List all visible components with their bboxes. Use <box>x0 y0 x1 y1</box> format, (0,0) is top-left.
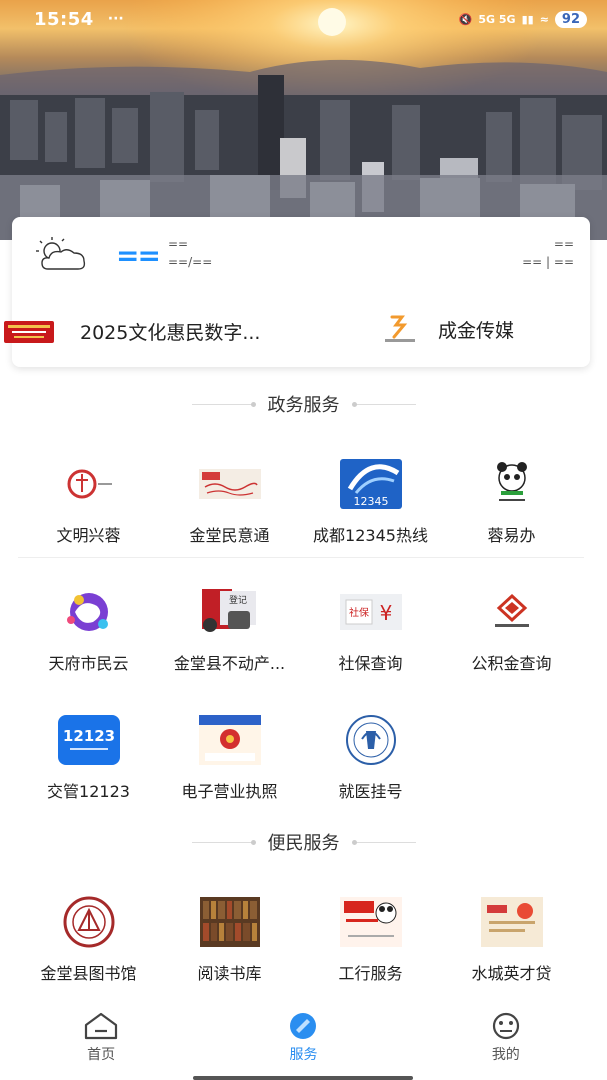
status-time: 15:54 <box>34 8 94 30</box>
section-title-government-text: 政务服务 <box>267 395 340 416</box>
weather-temperature: == <box>116 239 161 272</box>
service-library[interactable]: 金堂县图书馆 <box>18 894 159 994</box>
talent-loan-icon <box>480 894 544 950</box>
news-item-2-text: 成金传媒 <box>438 319 515 342</box>
service-label: 工行服务 <box>338 964 403 983</box>
service-label: 天府市民云 <box>48 654 129 673</box>
service-label: 成都12345热线 <box>313 526 428 545</box>
wenming-icon <box>57 456 121 512</box>
weather-right-2: == | == <box>522 255 574 269</box>
home-indicator[interactable] <box>193 1076 413 1080</box>
service-minyitong[interactable]: 金堂民意通 <box>159 456 300 556</box>
profile-icon <box>492 1012 519 1040</box>
service-label: 文明兴蓉 <box>56 526 121 545</box>
status-bar: 15:54 ··· 🔇 5G 5G ▮▮ ≈ 92 <box>0 0 607 38</box>
library-icon <box>57 894 121 950</box>
service-label: 水城英才贷 <box>471 964 552 983</box>
service-label: 交管12123 <box>47 782 130 801</box>
service-icbc[interactable]: 工行服务 <box>300 894 441 994</box>
signal-icon: ▮▮ <box>521 12 534 26</box>
news-item-1[interactable]: 2025文化惠民数字... <box>4 318 260 345</box>
tab-service[interactable]: 服务 <box>202 1000 404 1080</box>
tianfu-cloud-icon <box>57 584 121 640</box>
svg-text:12345: 12345 <box>353 495 388 508</box>
service-label: 金堂县图书馆 <box>40 964 137 983</box>
weather-right-1: == <box>553 237 574 251</box>
service-social-security[interactable]: 社保 ¥ 社保查询 <box>300 584 441 684</box>
bottom-tab-bar: 首页 服务 我的 <box>0 1000 607 1080</box>
news-row: 2025文化惠民数字... 成金传媒 <box>4 309 590 349</box>
traffic-12123-icon: 12123 <box>57 712 121 768</box>
housing-fund-icon <box>480 584 544 640</box>
service-talent-loan[interactable]: 水城英才贷 <box>441 894 582 994</box>
network-label: 5G 5G <box>478 12 516 26</box>
app-root: 15:54 ··· 🔇 5G 5G ▮▮ ≈ 92 == == ==/== ==… <box>0 0 607 1080</box>
social-security-icon: 社保 ¥ <box>339 584 403 640</box>
service-label: 公积金查询 <box>471 654 552 673</box>
tab-service-label: 服务 <box>289 1047 318 1063</box>
wifi-icon: ≈ <box>539 12 549 26</box>
service-hospital[interactable]: 就医挂号 <box>300 712 441 812</box>
business-license-icon <box>198 712 262 768</box>
partly-cloudy-icon <box>36 237 86 270</box>
news-item-1-text: 2025文化惠民数字... <box>80 322 261 344</box>
service-label: 社保查询 <box>338 654 403 673</box>
service-label: 电子营业执照 <box>181 782 278 801</box>
svg-text:登记: 登记 <box>228 595 246 606</box>
section-title-convenience-text: 便民服务 <box>267 833 340 854</box>
weather-line-2: ==/== <box>168 255 213 269</box>
tab-home[interactable]: 首页 <box>0 1000 202 1080</box>
property-register-icon: 登记 <box>198 584 262 640</box>
weather-line-1: == <box>168 237 189 251</box>
service-wenming[interactable]: 文明兴蓉 <box>18 456 159 556</box>
svg-text:¥: ¥ <box>379 601 392 625</box>
red-banner-thumb <box>4 320 54 343</box>
hospital-register-icon <box>339 712 403 768</box>
news-item-2[interactable]: 成金传媒 <box>382 313 514 345</box>
chengjin-logo <box>385 315 415 342</box>
service-housing-fund[interactable]: 公积金查询 <box>441 584 582 684</box>
service-business-license[interactable]: 电子营业执照 <box>159 712 300 812</box>
mute-icon: 🔇 <box>458 12 473 26</box>
tab-home-label: 首页 <box>87 1047 116 1063</box>
service-icon <box>290 1013 317 1039</box>
panda-icon <box>480 456 544 512</box>
section-title-convenience: 便民服务 <box>0 829 607 855</box>
minyitong-icon <box>198 456 262 512</box>
service-property[interactable]: 登记 金堂县不动产... <box>159 584 300 684</box>
service-bookshelf[interactable]: 阅读书库 <box>159 894 300 994</box>
service-label: 金堂县不动产... <box>173 654 286 673</box>
service-hotline-12345[interactable]: 12345 成都12345热线 <box>300 456 441 556</box>
tab-profile-label: 我的 <box>491 1047 520 1063</box>
service-rongyiban[interactable]: 蓉易办 <box>441 456 582 556</box>
service-label: 阅读书库 <box>197 964 262 983</box>
status-dots: ··· <box>107 11 124 27</box>
section-title-government: 政务服务 <box>0 391 607 417</box>
status-right: 🔇 5G 5G ▮▮ ≈ 92 <box>458 10 587 28</box>
info-card: == == ==/== == == | == 2025文化惠民数字... 成金传… <box>4 217 590 367</box>
section-divider <box>18 557 584 558</box>
bookshelf-icon <box>198 894 262 950</box>
service-tianfu-cloud[interactable]: 天府市民云 <box>18 584 159 684</box>
service-label: 金堂民意通 <box>189 526 270 545</box>
tab-profile[interactable]: 我的 <box>405 1000 607 1080</box>
svg-text:社保: 社保 <box>349 606 369 619</box>
battery-badge: 92 <box>554 10 587 28</box>
svg-text:12123: 12123 <box>62 727 114 745</box>
icbc-icon <box>339 894 403 950</box>
service-traffic-12123[interactable]: 12123 交管12123 <box>18 712 159 812</box>
hotline-12345-icon: 12345 <box>339 456 403 512</box>
home-icon <box>85 1012 118 1040</box>
service-label: 蓉易办 <box>487 526 536 545</box>
service-label: 就医挂号 <box>338 782 403 801</box>
